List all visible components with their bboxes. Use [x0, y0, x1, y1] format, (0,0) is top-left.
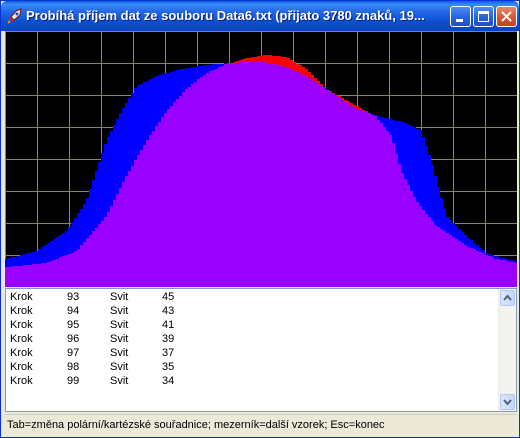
scroll-up-button[interactable]	[500, 290, 515, 306]
row-label: Krok	[10, 333, 33, 345]
row-value: 41	[162, 319, 175, 331]
row-step: 93	[67, 291, 80, 303]
row-step: 94	[67, 305, 80, 317]
app-window: Probíhá příjem dat ze souboru Data6.txt …	[0, 0, 520, 438]
data-log-list[interactable]: Krok 93 Svit 45 Krok 94 Svit 43 Krok 95 …	[5, 288, 517, 412]
row-label: Krok	[10, 375, 33, 387]
row-value: 45	[162, 291, 175, 303]
row-label: Krok	[10, 291, 33, 303]
signal-plot	[5, 31, 518, 288]
row-key: Svit	[110, 361, 129, 373]
minimize-button[interactable]	[450, 6, 471, 27]
row-label: Krok	[10, 361, 33, 373]
row-label: Krok	[10, 305, 33, 317]
title-bar[interactable]: Probíhá příjem dat ze souboru Data6.txt …	[1, 1, 519, 31]
status-bar: Tab=změna polární/kartézské souřadnice; …	[5, 414, 517, 434]
row-key: Svit	[110, 319, 129, 331]
minimize-icon	[456, 19, 463, 22]
maximize-button[interactable]	[473, 6, 494, 27]
row-step: 96	[67, 333, 80, 345]
window-title: Probíhá příjem dat ze souboru Data6.txt …	[26, 8, 425, 23]
row-step: 99	[67, 375, 80, 387]
row-key: Svit	[110, 375, 129, 387]
vertical-scrollbar[interactable]	[498, 289, 516, 411]
maximize-icon	[478, 11, 489, 22]
row-key: Svit	[110, 291, 129, 303]
scroll-down-button[interactable]	[500, 394, 515, 410]
row-label: Krok	[10, 319, 33, 331]
row-value: 35	[162, 361, 175, 373]
row-key: Svit	[110, 305, 129, 317]
close-icon	[501, 11, 512, 22]
scroll-down-arrow-icon	[503, 399, 512, 406]
rocket-icon[interactable]	[7, 8, 23, 24]
row-key: Svit	[110, 347, 129, 359]
row-step: 98	[67, 361, 80, 373]
close-button[interactable]	[496, 6, 517, 27]
row-step: 97	[67, 347, 80, 359]
row-step: 95	[67, 319, 80, 331]
row-value: 37	[162, 347, 175, 359]
plot-canvas	[5, 31, 518, 288]
row-value: 39	[162, 333, 175, 345]
row-value: 43	[162, 305, 175, 317]
row-label: Krok	[10, 347, 33, 359]
row-value: 34	[162, 375, 175, 387]
series-overlap-area	[5, 61, 517, 287]
row-key: Svit	[110, 333, 129, 345]
scroll-up-arrow-icon	[503, 294, 512, 301]
